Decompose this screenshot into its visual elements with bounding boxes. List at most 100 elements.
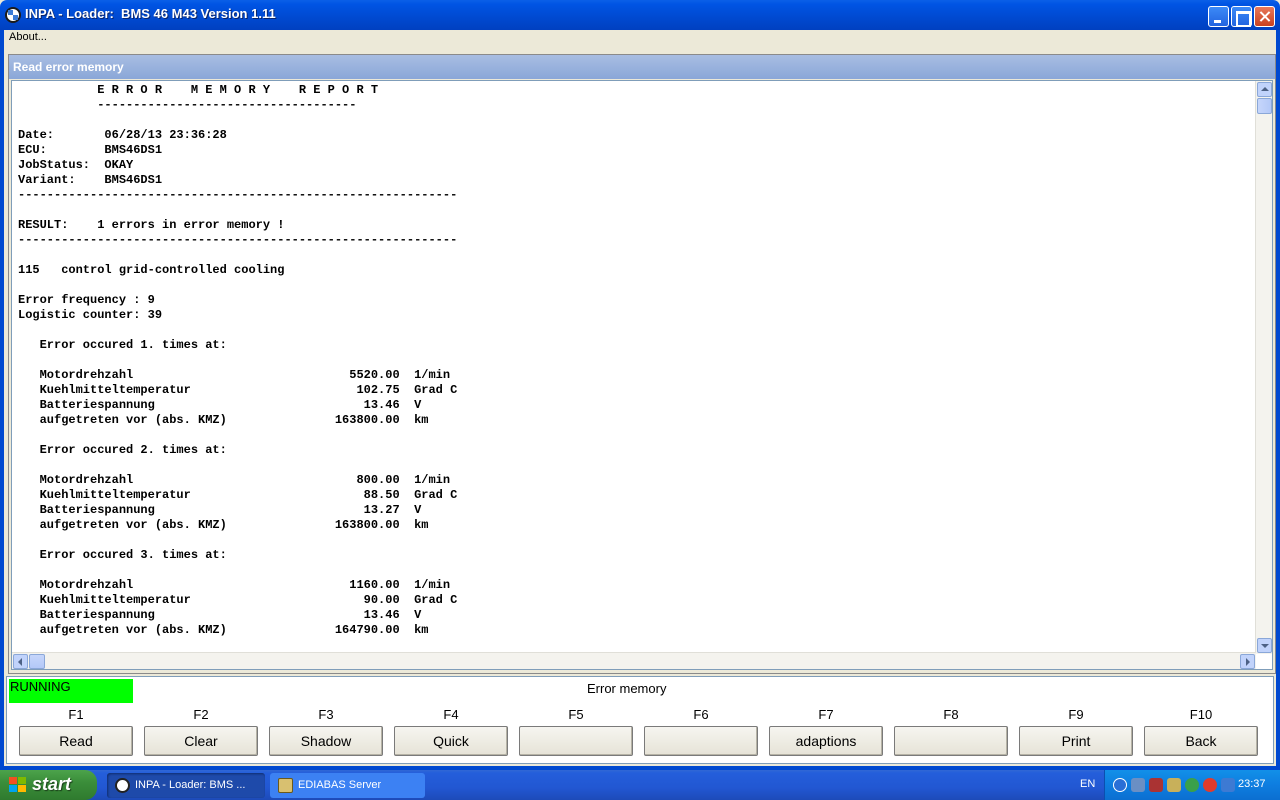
flag-green-quadrant bbox=[18, 777, 26, 784]
fkey-button-f7[interactable]: adaptions bbox=[769, 726, 883, 756]
running-status-indicator: RUNNING bbox=[9, 679, 133, 703]
window-title: INPA - Loader: BMS 46 M43 Version 1.11 bbox=[25, 6, 276, 21]
taskbar-item-label: INPA - Loader: BMS ... bbox=[135, 779, 246, 791]
maximize-button[interactable] bbox=[1231, 6, 1252, 27]
alert-icon[interactable] bbox=[1203, 778, 1217, 792]
report-line bbox=[18, 353, 457, 368]
fkey-label-f8: F8 bbox=[943, 707, 959, 722]
report-line: Kuehlmitteltemperatur 88.50 Grad C bbox=[18, 488, 458, 502]
report-line: RESULT: 1 errors in error memory ! bbox=[18, 218, 285, 232]
report-line bbox=[18, 533, 457, 548]
fkey-label-f4: F4 bbox=[443, 707, 459, 722]
read-error-memory-window: Read error memory E R R O R M E M O R Y … bbox=[8, 54, 1276, 674]
arrow-down-icon bbox=[1261, 644, 1269, 648]
title-bar[interactable]: INPA - Loader: BMS 46 M43 Version 1.11 bbox=[0, 0, 1280, 30]
clock: 23:37 bbox=[1238, 778, 1266, 790]
menu-item-about[interactable]: About... bbox=[9, 31, 47, 43]
report-line: aufgetreten vor (abs. KMZ) 163800.00 km bbox=[18, 413, 429, 427]
vertical-scroll-thumb[interactable] bbox=[1257, 98, 1272, 114]
report-line: Batteriespannung 13.46 V bbox=[18, 608, 422, 622]
fkey-button-f10[interactable]: Back bbox=[1144, 726, 1258, 756]
fkey-label-f10: F10 bbox=[1189, 707, 1213, 722]
arrow-right-icon bbox=[1246, 658, 1250, 666]
flag-yellow-quadrant bbox=[18, 785, 26, 792]
fkey-button-f9[interactable]: Print bbox=[1019, 726, 1133, 756]
fkey-label-f9: F9 bbox=[1068, 707, 1084, 722]
report-line: Batteriespannung 13.27 V bbox=[18, 503, 422, 517]
report-line: Error frequency : 9 bbox=[18, 293, 155, 307]
screen-title: Error memory bbox=[587, 681, 667, 696]
scroll-left-button[interactable] bbox=[13, 654, 28, 669]
report-line: Error occured 1. times at: bbox=[18, 338, 227, 352]
report-line bbox=[18, 113, 457, 128]
start-label: start bbox=[32, 774, 72, 794]
fkey-button-f4[interactable]: Quick bbox=[394, 726, 508, 756]
fkey-button-f6[interactable] bbox=[644, 726, 758, 756]
network-warning-icon[interactable] bbox=[1149, 778, 1163, 792]
report-text-pane[interactable]: E R R O R M E M O R Y R E P O R T ------… bbox=[11, 80, 1273, 670]
fkey-button-f2[interactable]: Clear bbox=[144, 726, 258, 756]
display-icon[interactable] bbox=[1221, 778, 1235, 792]
bmw-app-icon[interactable] bbox=[5, 7, 21, 23]
taskbar-item-inpa[interactable]: INPA - Loader: BMS ... bbox=[107, 773, 265, 798]
child-title-bar: Read error memory bbox=[9, 55, 1275, 79]
report-line: Kuehlmitteltemperatur 102.75 Grad C bbox=[18, 383, 458, 397]
horizontal-scrollbar[interactable] bbox=[12, 652, 1256, 669]
utorrent-icon[interactable] bbox=[1185, 778, 1199, 792]
report-line: E R R O R M E M O R Y R E P O R T bbox=[18, 83, 379, 97]
fkey-button-f3[interactable]: Shadow bbox=[269, 726, 383, 756]
taskbar-item-ediabas[interactable]: EDIABAS Server bbox=[270, 773, 425, 798]
arrow-left-icon bbox=[18, 658, 22, 666]
report-line bbox=[18, 458, 457, 473]
report-line: Motordrehzahl 1160.00 1/min bbox=[18, 578, 451, 592]
report-line bbox=[18, 323, 457, 338]
windows-flag-icon bbox=[9, 777, 27, 793]
scroll-down-button[interactable] bbox=[1257, 638, 1272, 653]
horizontal-scroll-thumb[interactable] bbox=[29, 654, 45, 669]
fkey-label-f2: F2 bbox=[193, 707, 209, 722]
network-icon[interactable] bbox=[1131, 778, 1145, 792]
report-line: ECU: BMS46DS1 bbox=[18, 143, 163, 157]
report-line: Logistic counter: 39 bbox=[18, 308, 163, 322]
fkey-button-f1[interactable]: Read bbox=[19, 726, 133, 756]
report-line: ----------------------------------------… bbox=[18, 233, 458, 247]
minimize-button[interactable] bbox=[1208, 6, 1229, 27]
start-button[interactable]: start bbox=[0, 770, 97, 800]
taskbar-item-label: EDIABAS Server bbox=[298, 779, 382, 791]
report-line bbox=[18, 203, 457, 218]
scroll-up-button[interactable] bbox=[1257, 82, 1272, 97]
report-line: ----------------------------------------… bbox=[18, 188, 458, 202]
flag-red-quadrant bbox=[9, 777, 17, 784]
security-icon[interactable] bbox=[1167, 778, 1181, 792]
report-line: Batteriespannung 13.46 V bbox=[18, 398, 422, 412]
fkey-button-f5[interactable] bbox=[519, 726, 633, 756]
report-line: aufgetreten vor (abs. KMZ) 163800.00 km bbox=[18, 518, 429, 532]
report-line: JobStatus: OKAY bbox=[18, 158, 134, 172]
language-indicator[interactable]: EN bbox=[1080, 778, 1095, 790]
taskbar: start INPA - Loader: BMS ... EDIABAS Ser… bbox=[0, 770, 1280, 800]
child-window-title: Read error memory bbox=[13, 60, 124, 74]
fkey-button-f8[interactable] bbox=[894, 726, 1008, 756]
report-line bbox=[18, 248, 457, 263]
fkey-label-f6: F6 bbox=[693, 707, 709, 722]
flag-blue-quadrant bbox=[9, 785, 17, 792]
report-line: Date: 06/28/13 23:36:28 bbox=[18, 128, 227, 142]
show-hidden-icons-chevron-icon[interactable] bbox=[1113, 778, 1127, 792]
error-memory-report: E R R O R M E M O R Y R E P O R T ------… bbox=[18, 83, 457, 638]
vertical-scrollbar[interactable] bbox=[1255, 81, 1272, 654]
report-line: 115 control grid-controlled cooling bbox=[18, 263, 285, 277]
function-key-panel: RUNNING Error memory F1 Read F2 Clear F3 Shad… bbox=[6, 676, 1274, 764]
scroll-right-button[interactable] bbox=[1240, 654, 1255, 669]
report-line: Kuehlmitteltemperatur 90.00 Grad C bbox=[18, 593, 458, 607]
report-line: aufgetreten vor (abs. KMZ) 164790.00 km bbox=[18, 623, 429, 637]
report-line: Motordrehzahl 5520.00 1/min bbox=[18, 368, 451, 382]
report-line: Variant: BMS46DS1 bbox=[18, 173, 163, 187]
client-area: Read error memory E R R O R M E M O R Y … bbox=[0, 48, 1280, 770]
menu-bar: About... bbox=[0, 30, 1280, 48]
fkey-label-f3: F3 bbox=[318, 707, 334, 722]
report-line: Error occured 2. times at: bbox=[18, 443, 227, 457]
report-line bbox=[18, 563, 457, 578]
arrow-up-icon bbox=[1261, 87, 1269, 91]
close-button[interactable] bbox=[1254, 6, 1275, 27]
report-line bbox=[18, 278, 457, 293]
